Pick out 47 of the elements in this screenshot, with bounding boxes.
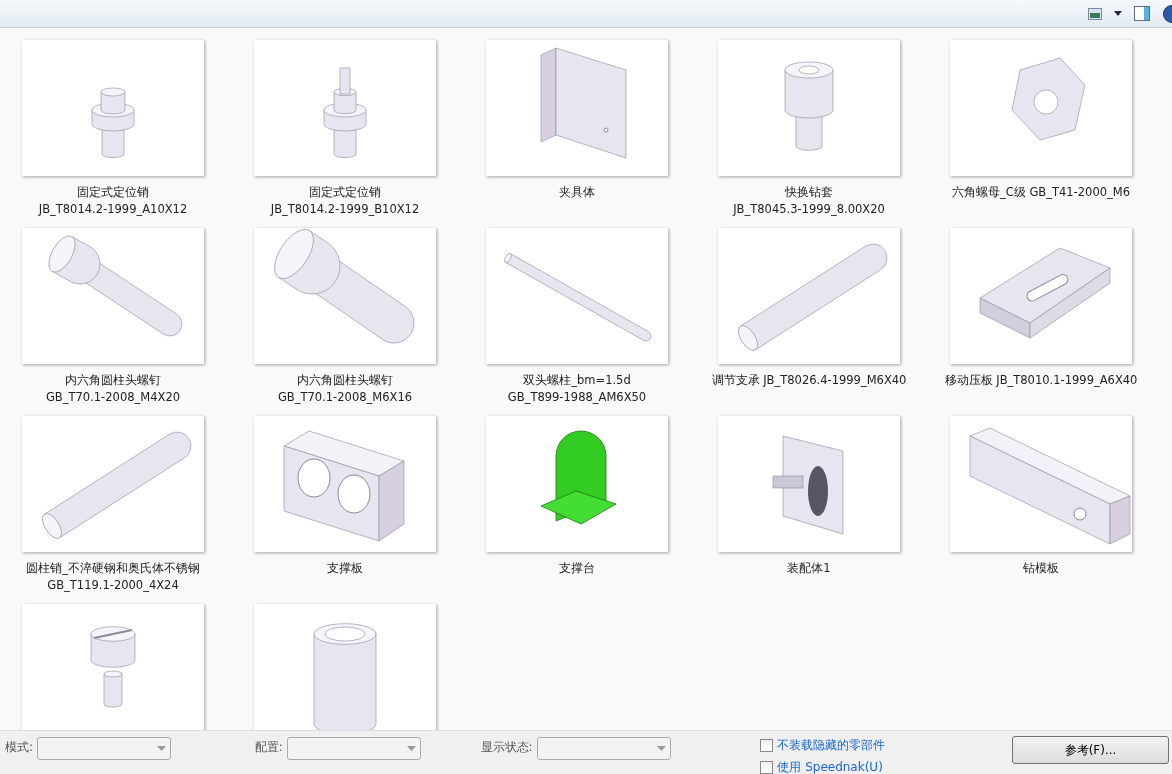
field-label: 显示状态: [480,739,533,756]
part-thumbnail[interactable] [254,604,436,730]
part-thumbnail[interactable] [950,40,1132,176]
dropdown-field[interactable] [37,737,172,760]
checkbox-label[interactable]: 使用 Speednak(U) [777,759,883,774]
part-name: 夹具体 [558,184,596,201]
part-name: 双头螺柱_bm=1.5d GB_T899-1988_AM6X50 [506,372,648,406]
part-name: 支撑台 [558,560,596,577]
part-thumbnail[interactable] [950,228,1132,364]
field-label: 配置: [254,739,283,756]
part-thumbnail[interactable] [486,228,668,364]
part-thumbnail[interactable] [22,604,204,730]
part-thumbnail[interactable] [22,40,204,176]
part-name: 固定式定位销 JB_T8014.2-1999_A10X12 [37,184,189,218]
panel-icon[interactable] [1134,6,1150,21]
part-name: 装配体1 [786,560,832,577]
part-thumbnail[interactable] [486,40,668,176]
round-icon[interactable] [1162,4,1172,23]
part-thumbnail[interactable] [718,40,900,176]
part-thumbnail[interactable] [486,416,668,552]
part-name: 内六角圆柱头螺钉 GB_T70.1-2008_M6X16 [276,372,414,406]
image-icon[interactable] [1088,7,1102,20]
dropdown-field[interactable] [286,737,421,760]
part-name: 六角螺母_C级 GB_T41-2000_M6 [950,184,1132,201]
part-name: 快换钻套 JB_T8045.3-1999_8.00X20 [731,184,886,218]
part-thumbnail[interactable] [254,228,436,364]
checkbox[interactable] [760,739,774,752]
part-thumbnail[interactable] [22,416,204,552]
dropdown-field[interactable] [536,737,671,760]
part-thumbnail[interactable] [22,228,204,364]
part-thumbnail[interactable] [254,40,436,176]
part-name: 钻模板 [1022,560,1060,577]
part-thumbnail[interactable] [718,416,900,552]
part-thumbnail[interactable] [718,228,900,364]
part-name: 移动压板 JB_T8010.1-1999_A6X40 [943,372,1139,389]
checkbox-label[interactable]: 不装载隐藏的零部件 [777,737,886,754]
part-name: 支撑板 [326,560,364,577]
part-name: 内六角圆柱头螺钉 GB_T70.1-2008_M4X20 [44,372,182,406]
part-thumbnail[interactable] [254,416,436,552]
part-name: 调节支承 JB_T8026.4-1999_M6X40 [710,372,908,389]
part-thumbnail[interactable] [950,416,1132,552]
browse-button[interactable]: 参考(F)... [1012,736,1169,764]
field-label: 模式: [5,739,34,756]
part-name: 固定式定位销 JB_T8014.2-1999_B10X12 [269,184,421,218]
caret-icon[interactable] [1114,11,1122,16]
part-name: 圆柱销_不淬硬钢和奥氏体不锈钢 GB_T119.1-2000_4X24 [25,560,201,594]
checkbox[interactable] [760,761,774,774]
